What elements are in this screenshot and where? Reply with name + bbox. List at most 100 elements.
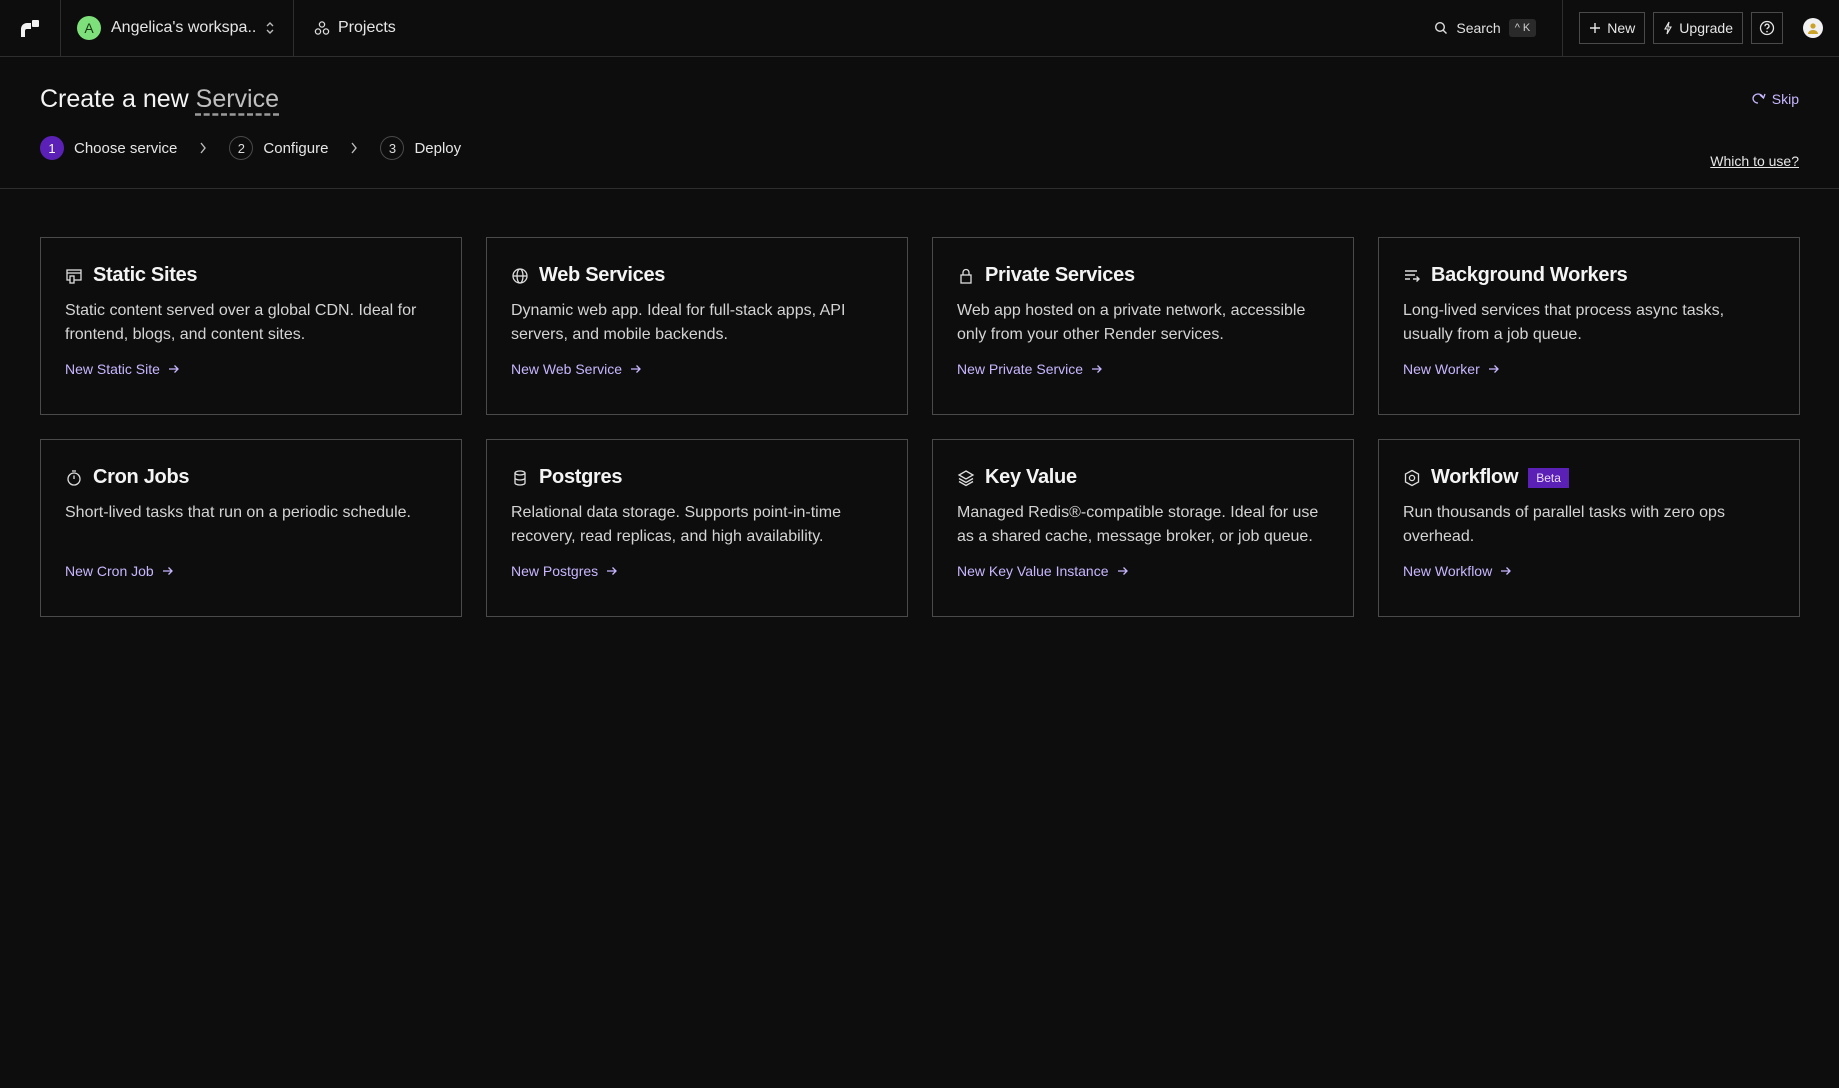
card-link-label: New Static Site bbox=[65, 361, 160, 377]
page-header: Create a new Service Skip 1 Choose servi… bbox=[0, 57, 1839, 189]
top-bar: A Angelica's workspa... Projects Search … bbox=[0, 0, 1839, 57]
globe-icon bbox=[511, 267, 529, 285]
step-label: Choose service bbox=[74, 139, 178, 157]
card-description: Long-lived services that process async t… bbox=[1403, 302, 1725, 343]
step-number: 3 bbox=[380, 136, 405, 160]
arrow-right-icon bbox=[162, 566, 174, 576]
page-title-prefix: Create a new bbox=[40, 85, 189, 113]
step-number: 1 bbox=[40, 136, 64, 160]
skip-label: Skip bbox=[1771, 91, 1799, 107]
lock-icon bbox=[957, 267, 975, 285]
card-link-label: New Web Service bbox=[511, 361, 623, 377]
projects-icon bbox=[314, 20, 330, 36]
new-postgres-link[interactable]: New Postgres bbox=[511, 563, 618, 579]
new-label: New bbox=[1607, 20, 1636, 36]
card-description: Managed Redis®-compatible storage. Ideal… bbox=[957, 504, 1319, 545]
help-icon bbox=[1759, 20, 1775, 36]
arrow-right-icon bbox=[1488, 364, 1500, 374]
card-title: Background Workers bbox=[1431, 264, 1628, 286]
card-link-label: New Worker bbox=[1403, 361, 1480, 377]
new-cron-job-link[interactable]: New Cron Job bbox=[65, 563, 174, 579]
step-label: Configure bbox=[263, 139, 329, 157]
stepper: 1 Choose service 2 Configure 3 Deploy bbox=[40, 136, 1799, 160]
service-grid: Static Sites Static content served over … bbox=[0, 189, 1839, 617]
projects-label: Projects bbox=[338, 19, 396, 36]
new-button[interactable]: New bbox=[1579, 12, 1646, 44]
card-background-workers[interactable]: Background Workers Long-lived services t… bbox=[1378, 237, 1800, 415]
arrow-right-icon bbox=[630, 364, 642, 374]
arrow-right-icon bbox=[1500, 566, 1512, 576]
help-button[interactable] bbox=[1751, 12, 1783, 44]
render-logo-icon bbox=[19, 17, 41, 39]
plus-icon bbox=[1589, 22, 1601, 34]
step-label: Deploy bbox=[414, 139, 462, 157]
workspace-avatar: A bbox=[77, 16, 101, 40]
user-avatar[interactable] bbox=[1803, 18, 1823, 38]
card-title: Web Services bbox=[539, 264, 666, 286]
arrow-right-icon bbox=[606, 566, 618, 576]
card-description: Web app hosted on a private network, acc… bbox=[957, 302, 1306, 343]
card-web-services[interactable]: Web Services Dynamic web app. Ideal for … bbox=[486, 237, 908, 415]
step-number: 2 bbox=[229, 136, 254, 160]
card-static-sites[interactable]: Static Sites Static content served over … bbox=[40, 237, 462, 415]
redo-arrow-icon bbox=[1752, 93, 1766, 105]
step-deploy: 3 Deploy bbox=[380, 136, 461, 160]
card-description: Static content served over a global CDN.… bbox=[65, 302, 417, 343]
header-actions: New Upgrade bbox=[1562, 0, 1839, 56]
queue-icon bbox=[1403, 267, 1421, 285]
chevron-right-icon bbox=[350, 142, 358, 154]
card-description: Short-lived tasks that run on a periodic… bbox=[65, 504, 411, 521]
card-title: Cron Jobs bbox=[93, 466, 190, 488]
workspace-name: Angelica's workspa... bbox=[111, 19, 255, 36]
page-title: Create a new Service bbox=[40, 85, 1799, 114]
card-link-label: New Private Service bbox=[957, 361, 1084, 377]
card-postgres[interactable]: Postgres Relational data storage. Suppor… bbox=[486, 439, 908, 617]
projects-link[interactable]: Projects bbox=[294, 0, 396, 56]
card-description: Dynamic web app. Ideal for full-stack ap… bbox=[511, 302, 846, 343]
layers-icon bbox=[957, 469, 975, 487]
beta-badge: Beta bbox=[1528, 467, 1569, 488]
new-workflow-link[interactable]: New Workflow bbox=[1403, 563, 1512, 579]
card-link-label: New Workflow bbox=[1403, 563, 1493, 579]
upgrade-label: Upgrade bbox=[1679, 20, 1733, 36]
search-label: Search bbox=[1456, 20, 1501, 36]
service-type-term[interactable]: Service bbox=[196, 85, 279, 113]
step-choose-service: 1 Choose service bbox=[40, 136, 177, 160]
card-description: Run thousands of parallel tasks with zer… bbox=[1403, 504, 1725, 545]
search-shortcut: ^ K bbox=[1508, 19, 1537, 37]
card-link-label: New Key Value Instance bbox=[957, 563, 1109, 579]
chevron-right-icon bbox=[199, 142, 207, 154]
arrow-right-icon bbox=[168, 364, 180, 374]
card-description: Relational data storage. Supports point-… bbox=[511, 504, 841, 545]
timer-icon bbox=[65, 469, 83, 487]
database-icon bbox=[511, 469, 529, 487]
logo-button[interactable] bbox=[0, 0, 61, 56]
card-private-services[interactable]: Private Services Web app hosted on a pri… bbox=[932, 237, 1354, 415]
card-title: Key Value bbox=[985, 466, 1077, 488]
search-button[interactable]: Search ^ K bbox=[1434, 0, 1562, 56]
card-title: Private Services bbox=[985, 264, 1135, 286]
card-link-label: New Cron Job bbox=[65, 563, 154, 579]
card-title: Workflow bbox=[1431, 466, 1519, 488]
card-link-label: New Postgres bbox=[511, 563, 599, 579]
lightning-icon bbox=[1663, 21, 1673, 35]
new-web-service-link[interactable]: New Web Service bbox=[511, 361, 642, 377]
static-site-icon bbox=[65, 267, 83, 285]
step-configure: 2 Configure bbox=[229, 136, 328, 160]
new-private-service-link[interactable]: New Private Service bbox=[957, 361, 1103, 377]
card-key-value[interactable]: Key Value Managed Redis®-compatible stor… bbox=[932, 439, 1354, 617]
workspace-switcher[interactable]: A Angelica's workspa... bbox=[61, 0, 294, 56]
which-to-use-link[interactable]: Which to use? bbox=[1710, 153, 1799, 169]
card-title: Static Sites bbox=[93, 264, 198, 286]
skip-link[interactable]: Skip bbox=[1752, 91, 1799, 107]
card-cron-jobs[interactable]: Cron Jobs Short-lived tasks that run on … bbox=[40, 439, 462, 617]
workflow-icon bbox=[1403, 469, 1421, 487]
new-worker-link[interactable]: New Worker bbox=[1403, 361, 1500, 377]
card-workflow[interactable]: Workflow Beta Run thousands of parallel … bbox=[1378, 439, 1800, 617]
search-icon bbox=[1434, 21, 1448, 35]
new-static-site-link[interactable]: New Static Site bbox=[65, 361, 180, 377]
card-title: Postgres bbox=[539, 466, 623, 488]
new-key-value-link[interactable]: New Key Value Instance bbox=[957, 563, 1129, 579]
upgrade-button[interactable]: Upgrade bbox=[1653, 12, 1743, 44]
